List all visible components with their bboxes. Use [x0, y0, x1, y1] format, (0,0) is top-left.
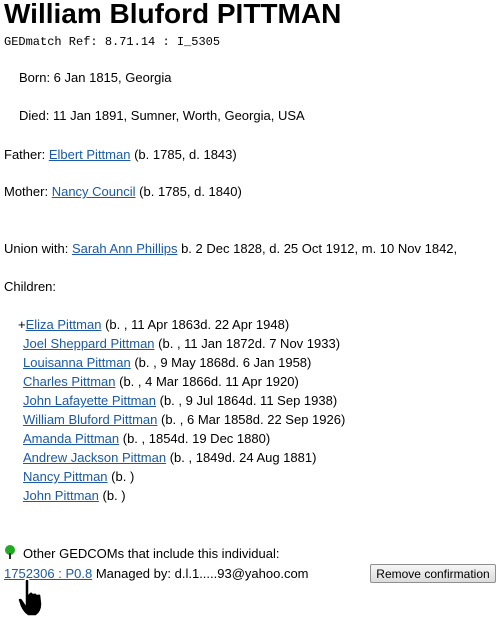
gedmatch-ref: GEDmatch Ref: 8.71.14 : I_5305 — [4, 35, 220, 49]
list-item: +Eliza Pittman (b. , 11 Apr 1863d. 22 Ap… — [18, 317, 289, 332]
child-link[interactable]: John Lafayette Pittman — [23, 393, 156, 408]
child-dates: (b. , 11 Jan 1872d. 7 Nov 1933) — [158, 336, 341, 351]
child-link[interactable]: Charles Pittman — [23, 374, 115, 389]
child-link[interactable]: Joel Sheppard Pittman — [23, 336, 155, 351]
list-item: Louisanna Pittman (b. , 9 May 1868d. 6 J… — [23, 355, 311, 370]
mother-label: Mother: — [4, 184, 49, 199]
died-line: Died: 11 Jan 1891, Sumner, Worth, Georgi… — [19, 108, 305, 123]
father-label: Father: — [4, 147, 46, 162]
hand-cursor-icon — [17, 578, 43, 617]
children-label: Children: — [4, 279, 57, 294]
ref-value: 8.71.14 : I_5305 — [104, 35, 221, 49]
managed-email: d.l.1.....93@yahoo.com — [174, 566, 309, 581]
father-dates: (b. 1785, d. 1843) — [134, 147, 237, 162]
mother-link[interactable]: Nancy Council — [52, 184, 136, 199]
list-item: Charles Pittman (b. , 4 Mar 1866d. 11 Ap… — [23, 374, 299, 389]
tree-icon — [5, 545, 15, 559]
ref-label: GEDmatch Ref: — [4, 35, 98, 49]
list-item: John Pittman (b. ) — [23, 488, 126, 503]
list-item: Andrew Jackson Pittman (b. , 1849d. 24 A… — [23, 450, 316, 465]
child-dates: (b. , 4 Mar 1866d. 11 Apr 1920) — [119, 374, 299, 389]
child-link[interactable]: Amanda Pittman — [23, 431, 119, 446]
individual-page: William Bluford PITTMAN GEDmatch Ref: 8.… — [0, 0, 504, 618]
child-link[interactable]: William Bluford Pittman — [23, 412, 157, 427]
child-link[interactable]: Eliza Pittman — [26, 317, 102, 332]
born-line: Born: 6 Jan 1815, Georgia — [19, 70, 172, 85]
list-item: Nancy Pittman (b. ) — [23, 469, 134, 484]
child-dates: (b. , 9 Jul 1864d. 11 Sep 1938) — [159, 393, 338, 408]
page-title: William Bluford PITTMAN — [4, 0, 342, 29]
child-link[interactable]: Andrew Jackson Pittman — [23, 450, 166, 465]
spouse-link[interactable]: Sarah Ann Phillips — [72, 241, 178, 256]
remove-confirmation-button[interactable]: Remove confirmation — [370, 564, 496, 583]
child-link[interactable]: Louisanna Pittman — [23, 355, 131, 370]
union-details: b. 2 Dec 1828, d. 25 Oct 1912, m. 10 Nov… — [181, 241, 458, 256]
list-item: John Lafayette Pittman (b. , 9 Jul 1864d… — [23, 393, 337, 408]
union-label: Union with: — [4, 241, 69, 256]
child-dates: (b. , 11 Apr 1863d. 22 Apr 1948) — [105, 317, 290, 332]
list-item: Amanda Pittman (b. , 1854d. 19 Dec 1880) — [23, 431, 270, 446]
other-gedcoms-label: Other GEDCOMs that include this individu… — [23, 546, 280, 561]
mother-row: Mother: Nancy Council (b. 1785, d. 1840) — [4, 184, 242, 199]
child-link[interactable]: Nancy Pittman — [23, 469, 108, 484]
union-row: Union with: Sarah Ann Phillips b. 2 Dec … — [4, 241, 457, 256]
father-row: Father: Elbert Pittman (b. 1785, d. 1843… — [4, 147, 237, 162]
child-dates: (b. , 1849d. 24 Aug 1881) — [169, 450, 317, 465]
child-dates: (b. , 9 May 1868d. 6 Jan 1958) — [134, 355, 312, 370]
list-item: Joel Sheppard Pittman (b. , 11 Jan 1872d… — [23, 336, 340, 351]
child-link[interactable]: John Pittman — [23, 488, 99, 503]
gedcom-row: 1752306 : P0.8 Managed by: d.l.1.....93@… — [4, 566, 309, 581]
child-dates: (b. , 6 Mar 1858d. 22 Sep 1926) — [161, 412, 346, 427]
child-prefix: + — [18, 317, 26, 332]
list-item: William Bluford Pittman (b. , 6 Mar 1858… — [23, 412, 345, 427]
father-link[interactable]: Elbert Pittman — [49, 147, 131, 162]
child-dates: (b. ) — [102, 488, 126, 503]
child-dates: (b. , 1854d. 19 Dec 1880) — [122, 431, 271, 446]
child-dates: (b. ) — [111, 469, 135, 484]
managed-label: Managed by: — [95, 566, 171, 581]
mother-dates: (b. 1785, d. 1840) — [139, 184, 242, 199]
